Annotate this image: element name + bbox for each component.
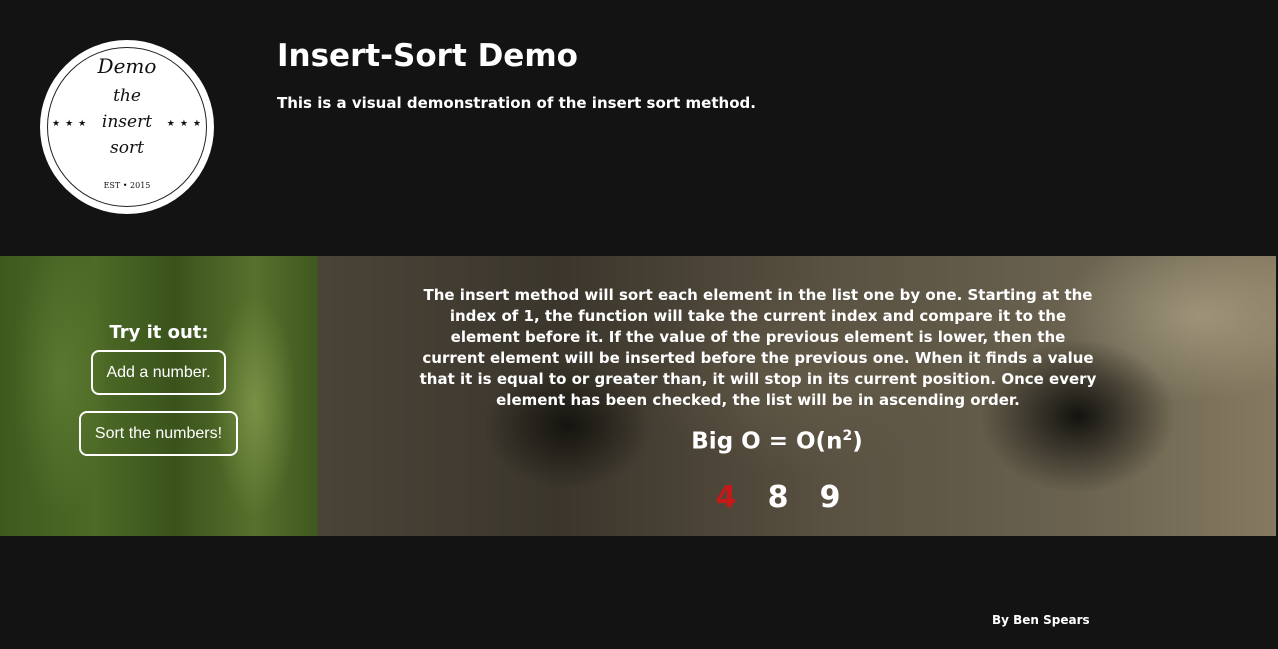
big-o-exponent: 2 xyxy=(842,428,853,444)
big-o-suffix: ) xyxy=(852,428,863,455)
number-item: 9 xyxy=(819,480,841,515)
number-item: 8 xyxy=(767,480,789,515)
author-credit: By Ben Spears xyxy=(992,613,1090,627)
logo-stars-right-icon: ★★★ xyxy=(166,119,206,129)
logo-line-demo: Demo xyxy=(97,54,157,78)
add-number-button[interactable]: Add a number. xyxy=(91,350,226,395)
demo-band: Try it out: Add a number. Sort the numbe… xyxy=(0,256,1276,536)
logo-line-the: the xyxy=(113,86,141,106)
logo-badge: Demo the insert sort ★★★ ★★★ EST • 2015 xyxy=(40,40,214,214)
try-it-label: Try it out: xyxy=(109,322,209,343)
logo-est: EST • 2015 xyxy=(103,181,151,190)
page: Demo the insert sort ★★★ ★★★ EST • 2015 … xyxy=(0,0,1278,649)
big-o-prefix: Big O = O(n xyxy=(691,428,843,455)
number-item-active: 4 xyxy=(715,480,737,515)
logo-line-sort: sort xyxy=(110,138,144,158)
controls-panel: Try it out: Add a number. Sort the numbe… xyxy=(0,256,318,536)
big-o-label: Big O = O(n2) xyxy=(597,428,957,455)
number-list: 4 8 9 xyxy=(700,480,856,515)
sort-description: The insert method will sort each element… xyxy=(419,286,1097,409)
page-subtitle: This is a visual demonstration of the in… xyxy=(277,94,756,112)
page-title: Insert-Sort Demo xyxy=(277,38,578,74)
logo-stars-left-icon: ★★★ xyxy=(52,119,92,129)
sort-numbers-button[interactable]: Sort the numbers! xyxy=(79,411,238,456)
